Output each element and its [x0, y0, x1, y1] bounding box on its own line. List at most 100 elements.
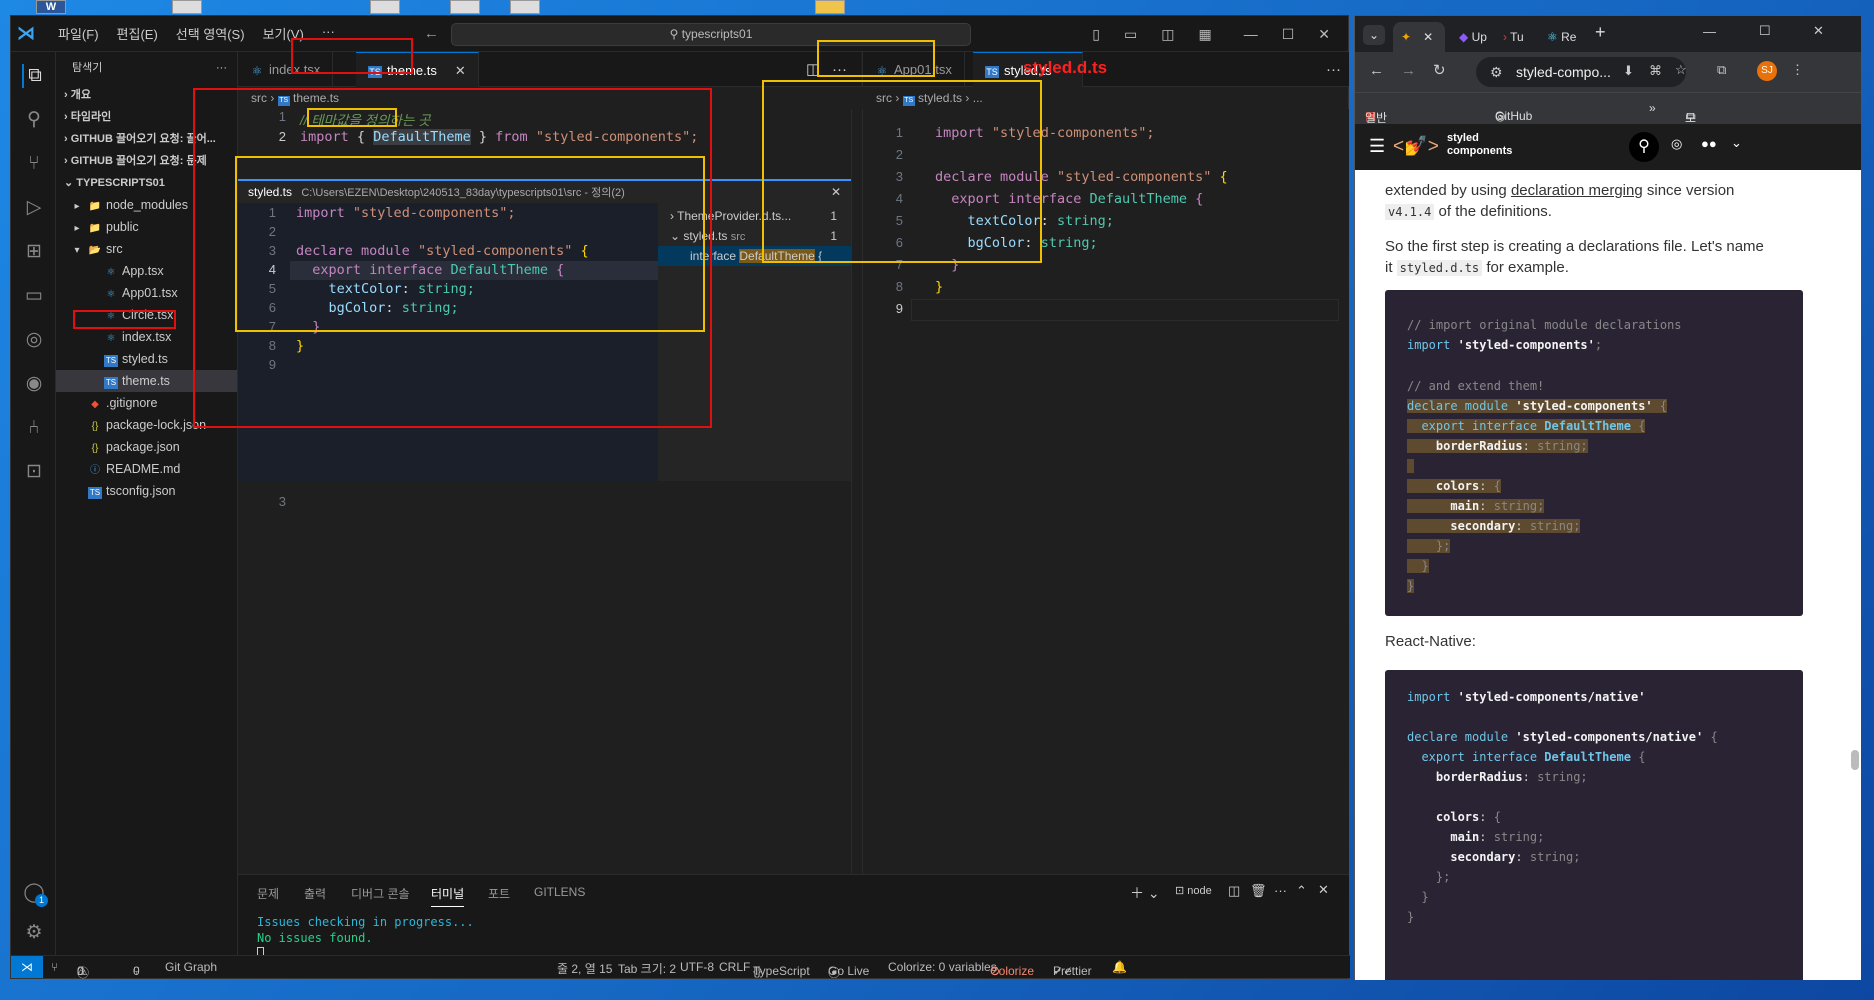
- chrome-tab[interactable]: › Tu: [1495, 22, 1524, 52]
- docker-icon[interactable]: ⊡: [22, 460, 46, 484]
- trash-icon[interactable]: 🗑: [1250, 883, 1267, 899]
- desktop-file-icon[interactable]: [450, 0, 480, 14]
- chrome-tab-active[interactable]: ✦ ✕: [1393, 22, 1445, 52]
- panel-tab-debug-console[interactable]: 디버그 콘솔: [351, 885, 410, 902]
- bell-icon[interactable]: 🔔: [1112, 960, 1127, 974]
- explorer-icon[interactable]: ⧉: [22, 64, 46, 88]
- site-info-icon[interactable]: ⚙: [1490, 57, 1503, 87]
- code-line-8: }: [935, 279, 943, 295]
- hamburger-menu-icon[interactable]: ☰: [1369, 136, 1385, 157]
- maximize-icon[interactable]: ☐: [1759, 23, 1771, 39]
- chrome-tab[interactable]: ⚛ Re: [1539, 22, 1576, 52]
- gitlens-icon[interactable]: ◉: [22, 372, 46, 396]
- chrome-menu-icon[interactable]: ⋮: [1791, 62, 1804, 78]
- install-app-icon[interactable]: ⬇: [1623, 63, 1634, 79]
- panel-tab-gitlens[interactable]: GITLENS: [534, 885, 585, 899]
- tree-item[interactable]: {} package.json: [56, 436, 237, 458]
- close-panel-icon[interactable]: ✕: [1318, 882, 1329, 898]
- github-icon[interactable]: ◎: [1671, 136, 1682, 152]
- split-terminal-icon[interactable]: ◫: [1228, 883, 1240, 899]
- extensions-icon[interactable]: ⊞: [22, 240, 46, 264]
- panel-tab-ports[interactable]: 포트: [488, 885, 510, 902]
- chrome-tab-close-icon[interactable]: ✕: [1423, 30, 1433, 44]
- git-branch-icon[interactable]: ⑂: [51, 960, 58, 974]
- code-prop: colors: [1435, 810, 1480, 824]
- secondary-sidebar-icon[interactable]: ◫: [1161, 26, 1174, 43]
- bookmark-star-icon[interactable]: ☆: [1675, 62, 1687, 78]
- tab-size[interactable]: Tab 크기: 2: [618, 960, 676, 977]
- extensions-icon[interactable]: ⧉: [1717, 62, 1726, 78]
- panel-tab-problems[interactable]: 문제: [257, 885, 279, 902]
- code-block-2[interactable]: import 'styled-components/native' declar…: [1385, 670, 1803, 980]
- minimize-icon[interactable]: —: [1244, 26, 1258, 42]
- colorize-variables[interactable]: Colorize: 0 variables: [888, 960, 997, 974]
- code-kw: import: [1407, 690, 1451, 704]
- warning-count: 0: [77, 964, 84, 978]
- site-logo-text[interactable]: styled components: [1447, 132, 1512, 158]
- run-debug-icon[interactable]: ▷: [22, 196, 46, 220]
- git-graph-status[interactable]: Git Graph: [165, 960, 217, 974]
- chevron-down-icon[interactable]: ⌄: [1731, 135, 1742, 151]
- eol[interactable]: CRLF: [719, 960, 750, 974]
- more-actions-icon[interactable]: ···: [216, 52, 227, 84]
- search-icon[interactable]: ⚲: [1629, 132, 1659, 162]
- more-actions-icon[interactable]: ···: [1274, 883, 1287, 898]
- accounts-icon[interactable]: ◯ 1: [22, 881, 48, 907]
- maximize-icon[interactable]: ☐: [1282, 26, 1295, 43]
- desktop-file-icon[interactable]: [510, 0, 540, 14]
- back-arrow-icon[interactable]: ←: [424, 25, 439, 42]
- minimize-icon[interactable]: —: [1703, 24, 1716, 39]
- github-icon[interactable]: ◎: [22, 328, 46, 352]
- new-tab-icon[interactable]: +: [1595, 22, 1606, 43]
- settings-gear-icon[interactable]: ⚙: [22, 921, 46, 945]
- panel-tab-terminal[interactable]: 터미널: [431, 885, 465, 907]
- maximize-panel-icon[interactable]: ⌃: [1296, 883, 1307, 899]
- command-center-label: typescripts01: [681, 27, 753, 41]
- docs-page: extended by using declaration merging si…: [1355, 170, 1861, 980]
- vscode-logo-icon: ⋊: [17, 23, 35, 43]
- page-scrollbar-thumb[interactable]: [1851, 750, 1859, 770]
- remote-icon[interactable]: ⋊: [11, 956, 43, 978]
- chrome-window: ⌄ ✦ ✕ ◆ Up › Tu ⚛ Re + — ☐ ✕ ← → ↻ ⚙ style…: [1354, 15, 1861, 980]
- new-terminal-icon[interactable]: ＋ ⌄: [1130, 883, 1160, 903]
- medium-icon[interactable]: ●●: [1701, 136, 1717, 151]
- customize-layout-icon[interactable]: ▦: [1198, 26, 1211, 43]
- cursor-position[interactable]: 줄 2, 열 15: [557, 960, 612, 977]
- menu-selection[interactable]: 선택 영역(S): [176, 24, 245, 43]
- declaration-merging-link[interactable]: declaration merging: [1511, 182, 1643, 199]
- close-icon[interactable]: ✕: [1813, 23, 1824, 39]
- forward-arrow-icon[interactable]: →: [1401, 62, 1416, 79]
- word-desktop-icon[interactable]: W: [36, 0, 66, 14]
- encoding[interactable]: UTF-8: [680, 960, 714, 974]
- menu-edit[interactable]: 편집(E): [117, 24, 158, 43]
- tree-item[interactable]: ⓘ README.md: [56, 458, 237, 480]
- code-block-1[interactable]: // import original module declarations i…: [1385, 290, 1803, 616]
- git-graph-icon[interactable]: ⑃: [22, 416, 46, 440]
- search-icon[interactable]: ⚲: [22, 108, 46, 132]
- desktop-file-icon[interactable]: [172, 0, 202, 14]
- reload-icon[interactable]: ↻: [1433, 61, 1446, 79]
- tab-search-icon[interactable]: ⌄: [1363, 25, 1385, 45]
- close-icon[interactable]: ✕: [1318, 26, 1330, 43]
- brace: {: [1219, 169, 1228, 185]
- panel-toggle-icon[interactable]: ▭: [1124, 26, 1137, 43]
- editor-more-icon[interactable]: ···: [1326, 52, 1341, 87]
- desktop-folder-icon[interactable]: [815, 0, 845, 14]
- terminal-profile[interactable]: ⊡ node: [1175, 884, 1212, 897]
- translate-icon[interactable]: ⌘: [1649, 63, 1662, 79]
- bookmark-label: GitHub: [1495, 109, 1533, 123]
- chrome-tab[interactable]: ◆ Up: [1451, 22, 1487, 52]
- remote-explorer-icon[interactable]: ▭: [22, 284, 46, 308]
- tree-item[interactable]: TS tsconfig.json: [56, 480, 237, 502]
- back-arrow-icon[interactable]: ←: [1369, 62, 1384, 79]
- desktop-file-icon[interactable]: [370, 0, 400, 14]
- layout-toggle-icon[interactable]: ▯: [1092, 26, 1100, 43]
- avatar[interactable]: SJ: [1757, 61, 1777, 81]
- panel-tab-output[interactable]: 출력: [304, 885, 326, 902]
- source-control-icon[interactable]: ⑂: [22, 152, 46, 176]
- menu-file[interactable]: 파일(F): [58, 24, 99, 43]
- tab-close-icon[interactable]: ✕: [455, 63, 466, 78]
- more-bookmarks-icon[interactable]: »: [1649, 101, 1656, 115]
- styled-components-logo-icon[interactable]: <💅>: [1393, 134, 1439, 158]
- ports-count: 0: [133, 964, 140, 978]
